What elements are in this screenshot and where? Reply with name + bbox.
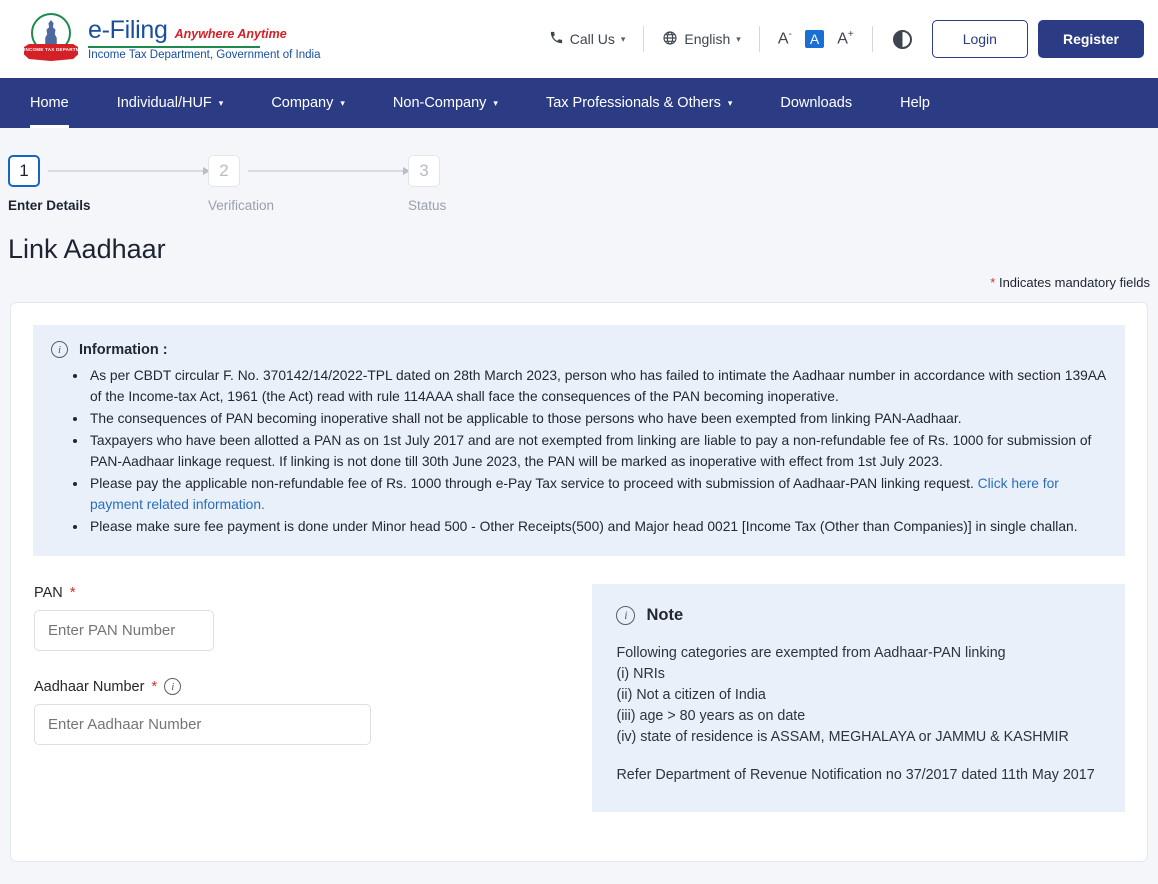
nav-item-label: Home: [30, 95, 69, 111]
chevron-down-icon: ▾: [727, 97, 733, 108]
mandatory-note-text: Indicates mandatory fields: [998, 275, 1150, 290]
utility-divider: [871, 26, 873, 52]
header-utility-bar: Call Us ▾ English ▾ A- A A+ Login Regist…: [535, 0, 1144, 78]
nav-item-individual-huf[interactable]: Individual/HUF ▾: [93, 78, 248, 128]
chevron-down-icon: ▾: [736, 33, 741, 44]
pan-input[interactable]: [34, 610, 214, 651]
list-item: Please make sure fee payment is done und…: [88, 516, 1107, 537]
login-button[interactable]: Login: [931, 20, 1028, 58]
stepper-number: 1: [8, 155, 40, 187]
phone-icon: [549, 30, 564, 48]
required-asterisk: *: [151, 678, 158, 695]
nav-item-label: Company: [271, 95, 334, 111]
brand-tagline: Anywhere Anytime: [174, 27, 287, 42]
list-item: Taxpayers who have been allotted a PAN a…: [88, 430, 1107, 472]
information-title: Information :: [79, 341, 168, 358]
nav-item-label: Downloads: [780, 95, 853, 111]
call-us-label: Call Us: [569, 31, 615, 47]
font-size-controls: A- A A+: [764, 30, 868, 48]
utility-divider: [643, 26, 645, 52]
note-header: i Note: [616, 606, 1101, 625]
brand-divider-rule: [88, 46, 260, 49]
stepper-connector: [248, 167, 410, 174]
nav-item-label: Individual/HUF: [116, 95, 212, 111]
information-bullet-list: As per CBDT circular F. No. 370142/14/20…: [51, 365, 1107, 537]
pan-label-text: PAN: [34, 584, 63, 601]
aadhaar-label-text: Aadhaar Number: [34, 678, 145, 695]
info-circle-icon[interactable]: i: [164, 678, 182, 695]
page-title: Link Aadhaar: [8, 234, 166, 264]
aadhaar-input[interactable]: [34, 704, 371, 745]
note-body: Following categories are exempted from A…: [616, 643, 1101, 786]
mandatory-fields-note: * Indicates mandatory fields: [0, 265, 1158, 290]
nav-item-non-company[interactable]: Non-Company ▾: [369, 78, 522, 128]
note-panel: i Note Following categories are exempted…: [592, 584, 1125, 812]
stepper-label: Status: [408, 198, 447, 213]
font-increase-button[interactable]: A+: [837, 30, 854, 47]
language-label: English: [684, 31, 731, 47]
note-footer: Refer Department of Revenue Notification…: [616, 767, 1095, 783]
register-button[interactable]: Register: [1037, 20, 1144, 58]
main-navigation: Home Individual/HUF ▾ Company ▾ Non-Comp…: [0, 78, 1158, 128]
link-aadhaar-card: i Information : As per CBDT circular F. …: [10, 302, 1148, 862]
chevron-down-icon: ▾: [493, 97, 498, 108]
india-state-emblem-icon: INCOME TAX DEPARTMENT: [24, 11, 90, 67]
field-spacer: [34, 651, 592, 678]
required-asterisk: *: [69, 584, 76, 601]
note-item: (iii) age > 80 years as on date: [616, 708, 806, 724]
note-item: (i) NRIs: [616, 666, 665, 682]
form-section: PAN * Aadhaar Number * i i Note Followin…: [33, 584, 1125, 812]
information-header: i Information :: [51, 341, 1107, 358]
list-item: As per CBDT circular F. No. 370142/14/20…: [88, 365, 1107, 407]
nav-item-downloads[interactable]: Downloads: [756, 78, 876, 128]
aadhaar-field-label: Aadhaar Number * i: [34, 678, 592, 695]
payment-bullet-text: Please pay the applicable non-refundable…: [90, 476, 978, 491]
chevron-down-icon: ▾: [620, 33, 626, 44]
note-item: (iv) state of residence is ASSAM, MEGHAL…: [616, 729, 1069, 745]
info-circle-icon: i: [616, 606, 636, 625]
nav-item-label: Non-Company: [392, 95, 487, 111]
emblem-ribbon-label: INCOME TAX DEPARTMENT: [24, 47, 90, 52]
nav-item-company[interactable]: Company ▾: [247, 78, 369, 128]
nav-item-help[interactable]: Help: [876, 78, 954, 128]
stepper-step-verification[interactable]: 2 Verification: [208, 155, 410, 213]
utility-divider: [758, 26, 760, 52]
language-selector[interactable]: English ▾: [648, 30, 754, 49]
nav-item-label: Help: [900, 95, 930, 111]
stepper-label: Enter Details: [8, 198, 91, 213]
stepper-step-status[interactable]: 3 Status: [408, 155, 608, 213]
stepper-number: 2: [208, 155, 240, 187]
stepper-label: Verification: [208, 198, 275, 213]
pan-field-label: PAN *: [34, 584, 592, 601]
list-item: Please pay the applicable non-refundable…: [88, 473, 1107, 515]
list-item: The consequences of PAN becoming inopera…: [88, 408, 1107, 429]
mandatory-asterisk: *: [990, 275, 996, 290]
note-item: (ii) Not a citizen of India: [616, 687, 766, 703]
brand-logo[interactable]: INCOME TAX DEPARTMENT e-Filing Anywhere …: [24, 11, 320, 67]
stepper-connector: [48, 167, 210, 174]
nav-item-tax-professionals[interactable]: Tax Professionals & Others ▾: [522, 78, 756, 128]
chevron-down-icon: ▾: [340, 97, 345, 108]
font-normal-button[interactable]: A: [804, 30, 825, 48]
note-intro: Following categories are exempted from A…: [616, 645, 1006, 661]
globe-icon: [662, 30, 678, 49]
nav-item-label: Tax Professionals & Others: [545, 95, 721, 111]
note-spacer: [616, 748, 1101, 765]
chevron-down-icon: ▾: [218, 97, 224, 108]
note-title: Note: [646, 606, 684, 624]
font-decrease-button[interactable]: A-: [778, 30, 792, 47]
brand-wordmark: e-Filing Anywhere Anytime Income Tax Dep…: [88, 16, 320, 61]
form-fields-column: PAN * Aadhaar Number * i: [33, 584, 592, 812]
nav-item-home[interactable]: Home: [6, 78, 93, 128]
contrast-toggle-icon[interactable]: [892, 29, 912, 49]
stepper-step-enter-details[interactable]: 1 Enter Details: [8, 155, 210, 213]
call-us-menu[interactable]: Call Us ▾: [535, 30, 640, 48]
brand-department-text: Income Tax Department, Government of Ind…: [88, 49, 321, 62]
progress-stepper: 1 Enter Details 2 Verification 3 Status: [0, 128, 1158, 213]
stepper-number: 3: [408, 155, 440, 187]
info-circle-icon: i: [51, 341, 68, 358]
site-header: INCOME TAX DEPARTMENT e-Filing Anywhere …: [0, 0, 1158, 78]
information-panel: i Information : As per CBDT circular F. …: [33, 325, 1125, 556]
brand-efiling-text: e-Filing: [88, 16, 168, 45]
